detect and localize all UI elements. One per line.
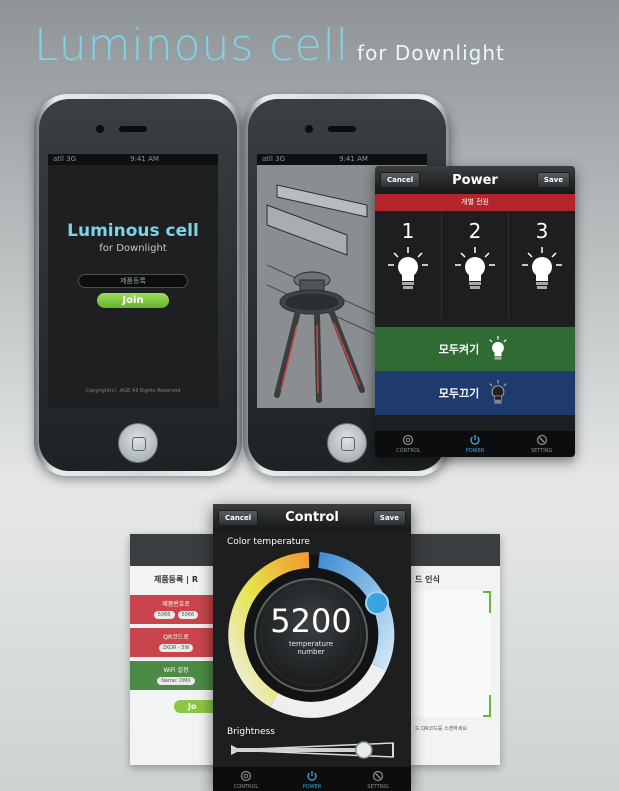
brightness-track	[230, 741, 394, 759]
lightbulb-on-icon	[522, 247, 562, 289]
serial-field[interactable]: 5066	[177, 611, 199, 619]
camera-icon	[305, 125, 313, 133]
tab-power[interactable]: POWER	[279, 767, 345, 791]
status-carrier: atll 3G	[53, 155, 77, 163]
control-save-button[interactable]: Save	[372, 509, 406, 526]
tab-control[interactable]: CONTROL	[213, 767, 279, 791]
page-title: Luminous cell for Downlight	[34, 20, 505, 71]
app-logo-title: Luminous cell	[67, 221, 199, 241]
speaker-grille	[328, 126, 356, 132]
temperature-value: 5200	[270, 602, 352, 640]
wifi-field[interactable]: Name: DMX	[157, 677, 195, 685]
tab-setting[interactable]: SETTING	[345, 767, 411, 791]
power-icon	[307, 771, 317, 781]
qr-scan-card: 드 인식 드 QR코드를 스캔하세요	[411, 534, 500, 765]
lightbulb-on-icon	[455, 247, 495, 289]
register-card-header: 제품등록 | R	[153, 575, 199, 584]
channel-1[interactable]: 1	[375, 211, 442, 319]
brightness-knob[interactable]	[355, 741, 373, 759]
color-temperature-dial[interactable]: 5200 temperature number	[221, 545, 401, 725]
home-button[interactable]	[327, 423, 367, 463]
serial-label: 제품번호로	[162, 601, 190, 608]
status-bar: atll 3G 9:41 AM	[48, 154, 218, 165]
power-icon	[470, 435, 480, 445]
qr-scan-area[interactable]	[411, 591, 491, 717]
copyright-text: Copyright(c) ,AGB All Rights Reserved	[85, 388, 181, 394]
status-carrier: atll 3G	[262, 155, 286, 163]
temperature-unit-line1: temperature	[289, 640, 333, 648]
tab-power-label: POWER	[302, 784, 322, 790]
power-navbar: Cancel Power Save	[375, 166, 575, 194]
control-panel: Cancel Control Save Color temperature 52…	[213, 504, 411, 791]
phone-screen-login: atll 3G 9:41 AM Luminous cell for Downli…	[48, 154, 218, 408]
qr-section: QR코드로 ZKOR - 5W	[130, 628, 222, 657]
lightbulb-on-icon	[388, 247, 428, 289]
channel-list: 1 2 3	[375, 211, 575, 319]
tab-power-label: POWER	[465, 448, 485, 454]
channel-number: 1	[401, 219, 415, 243]
register-card: 제품등록 | R 제품번호로 5066 5066 QR코드로 ZKOR - 5W…	[130, 534, 222, 765]
control-tab-bar: CONTROL POWER SETTING	[213, 767, 411, 791]
tab-setting-label: SETTING	[367, 784, 389, 790]
qr-scan-hint: 드 QR코드를 스캔하세요	[415, 726, 467, 732]
product-register-field[interactable]: 제품등록	[78, 274, 188, 288]
tab-setting[interactable]: SETTING	[508, 431, 575, 457]
status-time: 9:41 AM	[130, 155, 159, 163]
channel-number: 3	[535, 219, 549, 243]
power-tab-bar: CONTROL POWER SETTING	[375, 431, 575, 457]
gear-icon	[240, 770, 252, 782]
power-panel: Cancel Power Save 개별 전원 1 2 3 모두켜기 모두끄기 …	[375, 166, 575, 457]
phone-mockup-left: atll 3G 9:41 AM Luminous cell for Downli…	[34, 94, 242, 476]
qr-label: QR코드로	[163, 634, 189, 641]
temperature-unit-line2: number	[297, 648, 325, 656]
qr-card-header: 드 인식	[415, 575, 440, 584]
power-cancel-button[interactable]: Cancel	[380, 172, 421, 188]
gear-icon	[403, 434, 414, 446]
all-on-label: 모두켜기	[438, 343, 480, 356]
wifi-label: WiFi 설정	[163, 667, 189, 674]
card-topbar	[411, 534, 500, 566]
power-save-button[interactable]: Save	[536, 172, 570, 188]
title-sub: for Downlight	[357, 41, 505, 65]
control-navbar: Cancel Control Save	[213, 504, 411, 531]
app-logo-subtitle: for Downlight	[99, 243, 167, 254]
lightbulb-on-icon	[489, 336, 507, 360]
lightbulb-off-icon	[489, 380, 507, 404]
tab-power[interactable]: POWER	[442, 431, 509, 457]
channel-3[interactable]: 3	[509, 211, 575, 319]
tab-control-label: CONTROL	[396, 448, 421, 454]
card-topbar	[130, 534, 222, 566]
join-button[interactable]: Join	[97, 293, 169, 308]
brightness-slider[interactable]	[225, 739, 399, 761]
serial-section: 제품번호로 5066 5066	[130, 595, 222, 624]
home-button[interactable]	[118, 423, 158, 463]
individual-power-banner: 개별 전원	[375, 194, 575, 211]
tab-control[interactable]: CONTROL	[375, 431, 442, 457]
brightness-label: Brightness	[227, 727, 275, 737]
tab-control-label: CONTROL	[233, 784, 259, 790]
channel-2[interactable]: 2	[442, 211, 509, 319]
speaker-grille	[119, 126, 147, 132]
temperature-unit: temperature number	[221, 640, 401, 656]
status-bar: atll 3G 9:41 AM	[257, 154, 427, 165]
tab-setting-label: SETTING	[530, 448, 553, 454]
control-cancel-button[interactable]: Cancel	[218, 509, 259, 526]
wrench-icon	[372, 770, 384, 782]
title-main: Luminous cell	[34, 20, 350, 71]
serial-field[interactable]: 5066	[153, 611, 175, 619]
camera-icon	[96, 125, 104, 133]
wifi-section: WiFi 설정 Name: DMX	[130, 661, 222, 690]
all-off-button[interactable]: 모두끄기	[375, 371, 575, 415]
status-time: 9:41 AM	[339, 155, 368, 163]
all-on-button[interactable]: 모두켜기	[375, 327, 575, 371]
wrench-icon	[536, 434, 547, 446]
qr-field[interactable]: ZKOR - 5W	[158, 644, 194, 652]
scan-bracket	[483, 591, 491, 613]
all-off-label: 모두끄기	[438, 387, 480, 400]
channel-number: 2	[468, 219, 482, 243]
scan-bracket	[483, 695, 491, 717]
